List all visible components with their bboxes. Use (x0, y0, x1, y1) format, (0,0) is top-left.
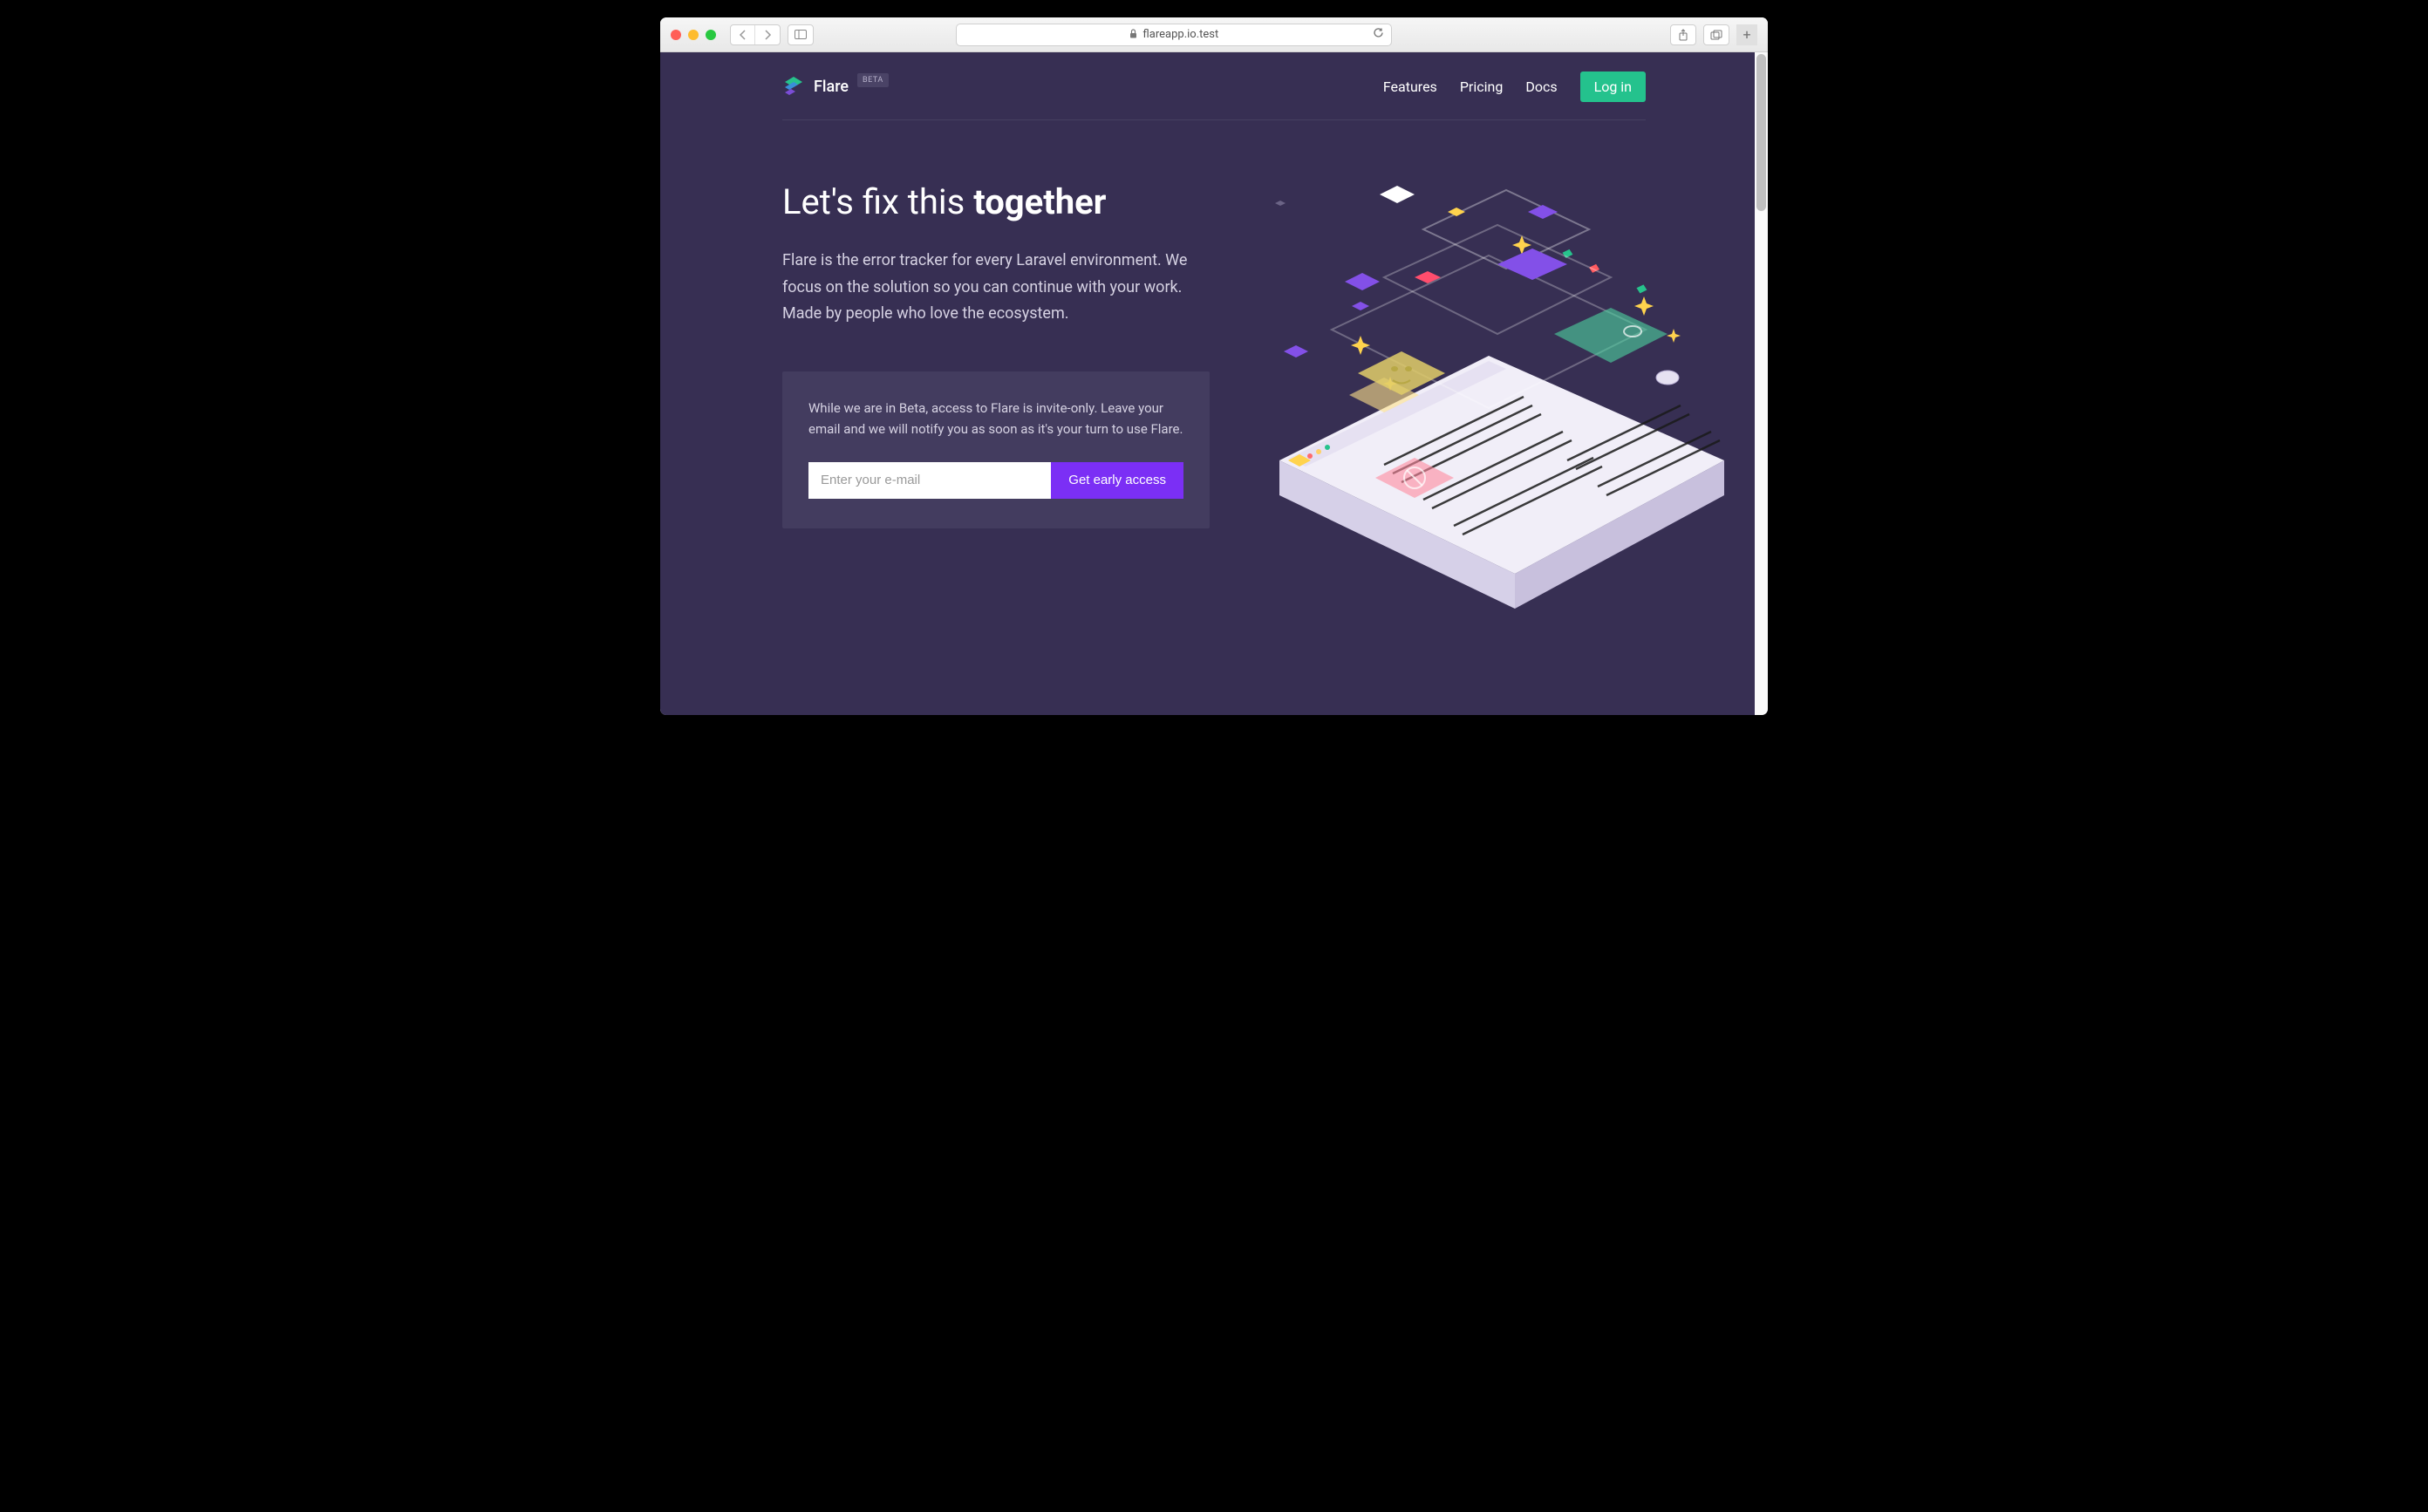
signup-form: Get early access (808, 462, 1183, 499)
page-content: Flare BETA Features Pricing Docs Log in … (660, 52, 1768, 715)
nav-arrows (730, 24, 781, 45)
share-button[interactable] (1670, 24, 1696, 45)
email-input[interactable] (808, 462, 1051, 499)
close-window-button[interactable] (671, 30, 681, 40)
login-button[interactable]: Log in (1580, 72, 1646, 102)
minimize-window-button[interactable] (688, 30, 699, 40)
hero-title-pre: Let's fix this (782, 181, 973, 222)
hero-description: Flare is the error tracker for every Lar… (782, 248, 1210, 328)
url-text: flareapp.io.test (1142, 28, 1218, 41)
scrollbar-thumb[interactable] (1756, 54, 1766, 211)
new-tab-button[interactable]: + (1736, 24, 1757, 45)
early-access-button[interactable]: Get early access (1051, 462, 1183, 499)
hero-content: Let's fix this together Flare is the err… (782, 181, 1210, 528)
logo-text: Flare (814, 78, 849, 96)
hero-title-bold: together (973, 181, 1106, 222)
nav-features[interactable]: Features (1383, 78, 1437, 95)
scrollbar-track[interactable] (1755, 52, 1768, 715)
site-header: Flare BETA Features Pricing Docs Log in (782, 52, 1646, 120)
browser-right-controls: + (1670, 24, 1757, 45)
hero-title: Let's fix this together (782, 181, 1210, 223)
nav-pricing[interactable]: Pricing (1460, 78, 1504, 95)
address-bar[interactable]: flareapp.io.test (956, 24, 1392, 46)
maximize-window-button[interactable] (706, 30, 716, 40)
logo-icon (782, 75, 805, 99)
window-controls (671, 30, 716, 40)
main-nav: Features Pricing Docs Log in (1383, 72, 1646, 102)
tabs-button[interactable] (1703, 24, 1729, 45)
lock-icon (1129, 29, 1137, 41)
browser-toolbar: flareapp.io.test + (660, 17, 1768, 52)
nav-docs[interactable]: Docs (1525, 78, 1557, 95)
logo[interactable]: Flare BETA (782, 75, 889, 99)
hero-illustration (1227, 129, 1750, 652)
sidebar-toggle-button[interactable] (788, 24, 814, 45)
forward-button[interactable] (755, 25, 780, 44)
hero-illustration-wrap (1245, 181, 1646, 528)
reload-icon[interactable] (1373, 27, 1384, 42)
beta-badge: BETA (857, 73, 889, 87)
signup-card: While we are in Beta, access to Flare is… (782, 371, 1210, 528)
browser-window: flareapp.io.test + (660, 17, 1768, 715)
back-button[interactable] (731, 25, 755, 44)
hero-section: Let's fix this together Flare is the err… (782, 120, 1646, 563)
signup-text: While we are in Beta, access to Flare is… (808, 398, 1183, 439)
